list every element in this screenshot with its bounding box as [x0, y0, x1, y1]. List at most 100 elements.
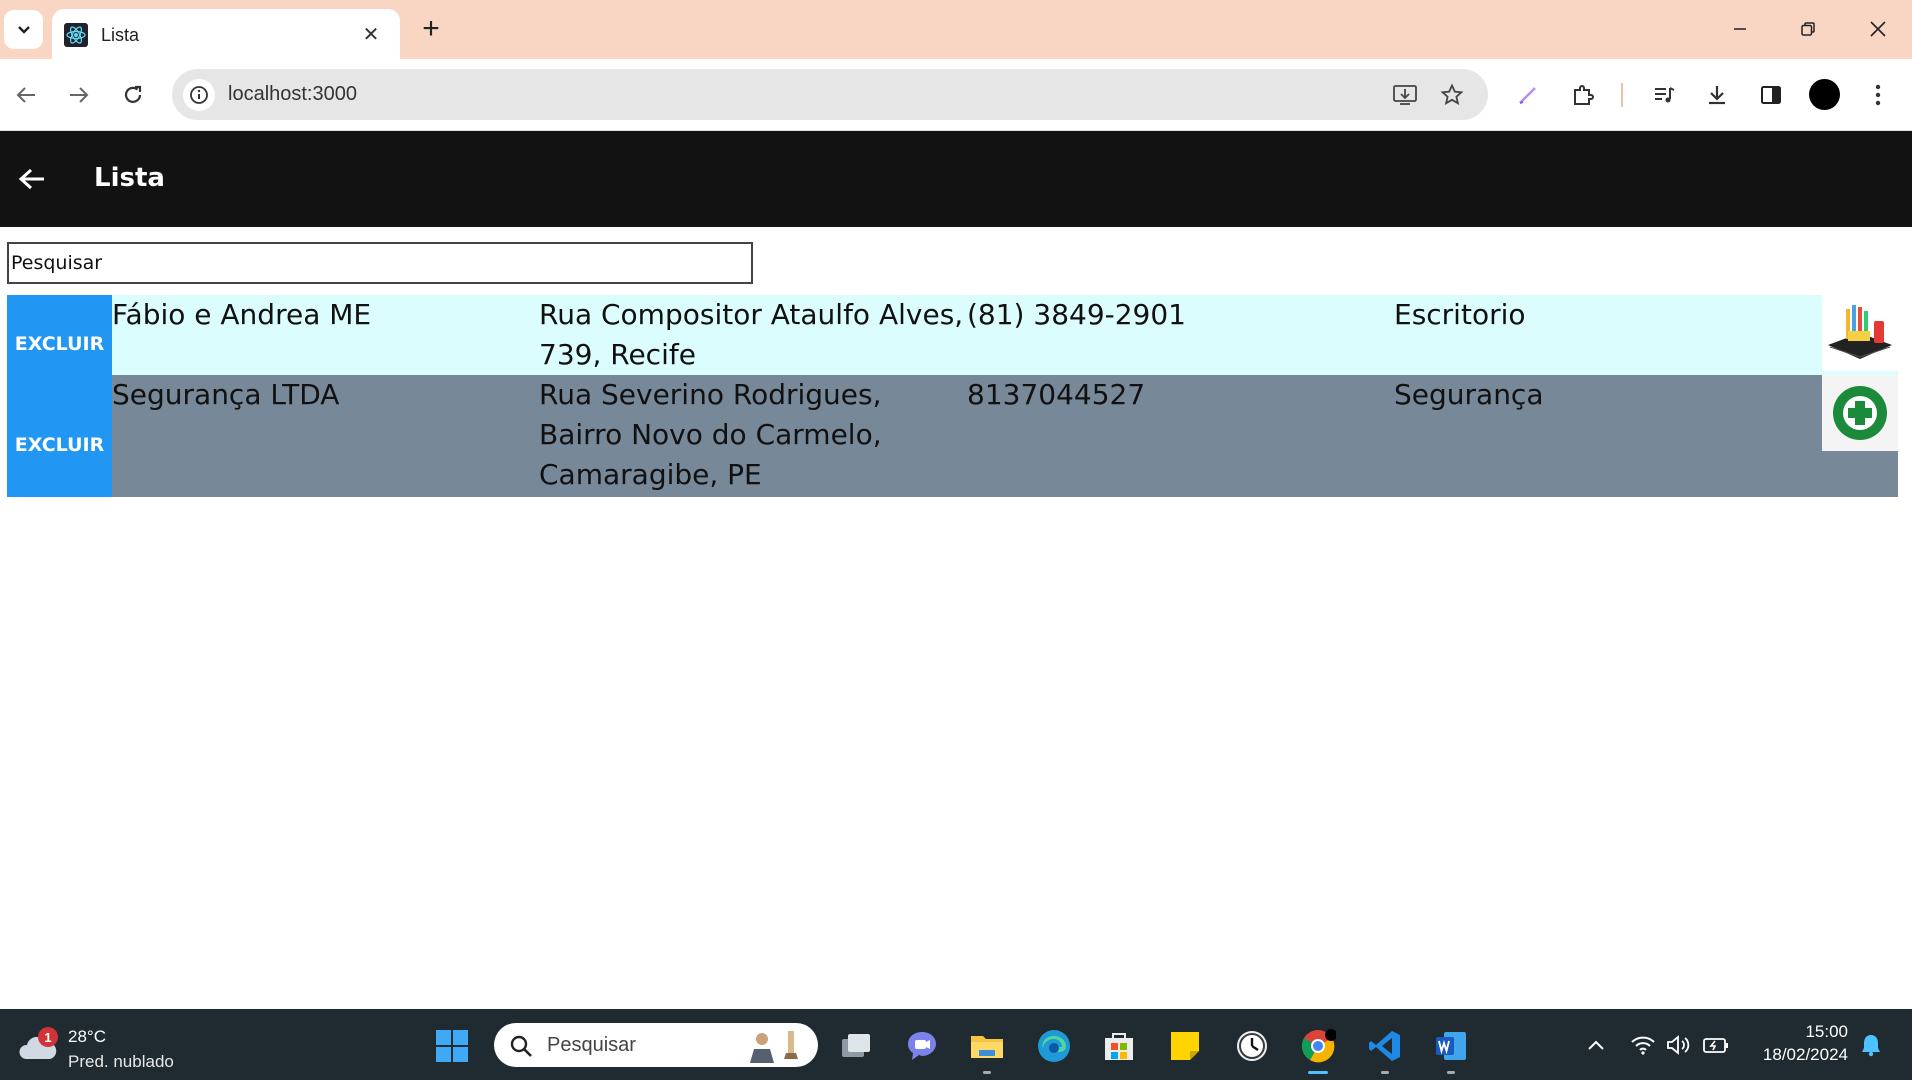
taskbar-date[interactable]: 18/02/2024 — [1763, 1045, 1848, 1065]
restore-button[interactable] — [1782, 8, 1834, 50]
arrow-left-icon — [18, 168, 44, 190]
browser-tab[interactable]: Lista ✕ — [52, 9, 400, 59]
playlist-icon — [1655, 87, 1675, 103]
weather-widget[interactable]: 1 28°C Pred. nublado — [18, 1021, 218, 1071]
item-category: Escritorio — [1394, 298, 1526, 331]
list-item: EXCLUIR Segurança LTDA Rua Severino Rodr… — [7, 375, 1898, 497]
pen-icon — [1519, 87, 1536, 104]
vscode-icon — [1369, 1031, 1400, 1061]
back-button[interactable] — [8, 77, 44, 113]
item-name: Segurança LTDA — [112, 378, 340, 411]
folder-icon — [971, 1036, 1003, 1058]
task-view-icon — [842, 1034, 870, 1057]
reload-button[interactable] — [115, 77, 151, 113]
chevron-down-icon — [17, 25, 30, 34]
chrome-icon — [1301, 1029, 1336, 1063]
minimize-icon — [1734, 28, 1746, 30]
chevron-up-icon — [1588, 1040, 1604, 1050]
sticky-notes-button[interactable] — [1163, 1024, 1207, 1068]
arrow-left-icon — [16, 87, 35, 103]
taskbar-search-label: Pesquisar — [547, 1034, 636, 1056]
running-indicator — [1381, 1071, 1389, 1074]
puzzle-icon — [1574, 85, 1594, 105]
item-address: Rua Severino Rodrigues, Bairro Novo do C… — [539, 378, 882, 491]
bookmark-star-icon[interactable] — [1439, 82, 1465, 108]
side-panel-button[interactable] — [1753, 77, 1789, 113]
install-app-icon[interactable] — [1392, 82, 1418, 108]
item-category: Segurança — [1394, 378, 1544, 411]
word-icon — [1436, 1032, 1466, 1060]
notifications-button[interactable] — [1857, 1031, 1885, 1059]
tab-title: Lista — [101, 25, 140, 45]
address-bar[interactable]: localhost:3000 — [172, 69, 1488, 120]
chrome-button[interactable] — [1296, 1024, 1340, 1074]
search-icon — [510, 1035, 532, 1057]
vscode-button[interactable] — [1363, 1024, 1407, 1074]
url-text[interactable]: localhost:3000 — [228, 83, 357, 106]
item-address: Rua Compositor Ataulfo Alves, 739, Recif… — [539, 298, 964, 371]
reload-icon — [124, 85, 142, 103]
notification-badge: 1 — [38, 1027, 58, 1047]
search-highlight-icon — [750, 1031, 798, 1063]
word-button[interactable] — [1429, 1024, 1473, 1074]
teams-chat-button[interactable] — [900, 1024, 944, 1068]
clock-icon — [1237, 1031, 1267, 1061]
more-vertical-icon — [1875, 84, 1881, 106]
active-indicator — [1308, 1071, 1328, 1074]
item-phone: (81) 3849-2901 — [967, 298, 1186, 331]
browser-menu-button[interactable] — [1860, 77, 1896, 113]
profile-avatar[interactable] — [1809, 79, 1840, 110]
pen-extension-button[interactable] — [1510, 77, 1546, 113]
delete-button[interactable]: EXCLUIR — [7, 295, 112, 375]
taskbar-time[interactable]: 15:00 — [1805, 1022, 1848, 1042]
bell-icon — [1862, 1035, 1880, 1057]
store-icon — [1105, 1033, 1133, 1060]
item-phone: 8137044527 — [967, 378, 1146, 411]
file-explorer-button[interactable] — [965, 1024, 1009, 1074]
show-hidden-icons-button[interactable] — [1582, 1031, 1610, 1059]
toolbar-separator — [1621, 83, 1623, 107]
tab-search-button[interactable] — [4, 10, 43, 49]
cipa-seguranca-logo — [1822, 375, 1898, 451]
downloads-button[interactable] — [1699, 77, 1735, 113]
windows-logo-icon — [436, 1030, 468, 1062]
new-tab-button[interactable]: + — [415, 12, 447, 45]
running-indicator — [1447, 1071, 1455, 1074]
taskbar-search[interactable]: Pesquisar — [494, 1023, 818, 1067]
browser-toolbar: localhost:3000 — [0, 59, 1912, 131]
wifi-icon[interactable] — [1629, 1031, 1657, 1059]
weather-description: Pred. nublado — [68, 1052, 174, 1071]
page-title: Lista — [94, 163, 165, 193]
microsoft-store-button[interactable] — [1097, 1024, 1141, 1068]
item-name: Fábio e Andrea ME — [112, 298, 372, 331]
tab-close-button[interactable]: ✕ — [358, 21, 384, 47]
clock-app-button[interactable] — [1230, 1024, 1274, 1068]
extensions-button[interactable] — [1565, 77, 1601, 113]
side-panel-icon — [1761, 86, 1781, 104]
edge-icon — [1038, 1030, 1070, 1062]
close-icon — [1870, 21, 1886, 37]
office-supplies-thumbnail — [1822, 295, 1898, 371]
close-window-button[interactable] — [1852, 8, 1904, 50]
task-view-button[interactable] — [834, 1024, 878, 1068]
weather-temperature: 28°C — [68, 1027, 106, 1046]
delete-button[interactable]: EXCLUIR — [7, 375, 112, 497]
download-icon — [1709, 86, 1725, 105]
restore-icon — [1801, 22, 1815, 36]
app-back-button[interactable] — [14, 161, 50, 197]
react-favicon-icon — [64, 23, 88, 47]
start-button[interactable] — [430, 1024, 474, 1068]
minimize-button[interactable] — [1714, 8, 1766, 50]
volume-icon[interactable] — [1665, 1031, 1693, 1059]
edge-button[interactable] — [1032, 1024, 1076, 1068]
sticky-note-icon — [1171, 1032, 1199, 1060]
arrow-right-icon — [70, 87, 89, 103]
app-header: Lista — [0, 131, 1912, 227]
media-controls-button[interactable] — [1646, 77, 1682, 113]
search-input[interactable] — [7, 242, 753, 284]
forward-button[interactable] — [61, 77, 97, 113]
taskbar: 1 28°C Pred. nublado Pesquisar 15:00 18/… — [0, 1009, 1912, 1080]
list-item: EXCLUIR Fábio e Andrea ME Rua Compositor… — [7, 295, 1898, 375]
site-info-icon[interactable] — [183, 79, 215, 111]
battery-icon[interactable] — [1702, 1031, 1730, 1059]
